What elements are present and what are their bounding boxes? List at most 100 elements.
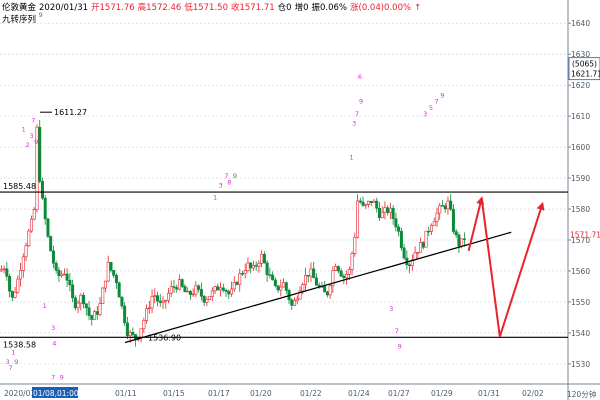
candle-body: [210, 290, 214, 297]
level-labels: 1611.27 1585.48 1538.58 1536.90: [3, 108, 181, 349]
candle-body: [377, 207, 381, 219]
candle-body: [454, 231, 458, 236]
candle-body: [68, 280, 72, 286]
badge-top-text: (5065): [572, 60, 597, 69]
candle-body: [446, 200, 450, 210]
candle-body: [432, 221, 436, 226]
increase: 增0: [294, 3, 309, 13]
td-label: 9: [233, 172, 237, 180]
candle-body: [271, 274, 275, 281]
candle-body: [153, 295, 157, 297]
candle-body: [202, 295, 206, 303]
high-level-label: 1611.27: [54, 108, 87, 117]
candle-body: [309, 268, 313, 277]
candle-body: [87, 307, 91, 316]
symbol-name: 伦敦黄金: [2, 3, 37, 13]
forecast-segment: [498, 201, 545, 337]
candle-body: [51, 250, 55, 264]
candle-body: [98, 303, 102, 315]
candle-body: [95, 311, 99, 315]
candle-body: [262, 253, 266, 264]
td-label: 9: [60, 373, 64, 381]
candle-body: [279, 286, 283, 291]
candle-body: [364, 204, 368, 206]
candle-body: [16, 278, 20, 293]
candle-body: [293, 300, 297, 306]
candle-body: [150, 296, 154, 309]
up-arrow-icon: ↑: [414, 3, 422, 13]
x-tick-label: 01/11: [115, 389, 137, 398]
close-price: 收1571.71: [230, 3, 275, 13]
candle-body: [46, 218, 50, 237]
candle-body: [166, 292, 170, 301]
td-label: 3: [30, 132, 34, 140]
candle-body: [366, 200, 370, 205]
x-tick-label: 02/02: [522, 389, 544, 398]
candle-body: [161, 300, 165, 303]
td-sequence-labels: 91237913797 913413789137693579379: [6, 11, 445, 381]
candle-body: [443, 205, 447, 210]
candle-body: [391, 207, 395, 220]
quote-header: 伦敦黄金 2020/01/31 开1571.76 高1572.46 低1571.50 收1…: [2, 1, 424, 13]
candle-body: [424, 230, 428, 248]
candle-body: [142, 320, 146, 330]
candle-body: [76, 302, 80, 309]
candle-body: [164, 299, 168, 302]
forecast-arrows: [467, 196, 545, 337]
candle-body: [325, 291, 329, 296]
candle-body: [345, 274, 349, 279]
candle-body: [54, 262, 58, 271]
y-tick-label: 1610: [571, 112, 590, 121]
candle-body: [260, 253, 264, 264]
candle-body: [57, 269, 61, 276]
y-tick-label: 1600: [571, 143, 590, 152]
quote-date: 2020/01/31: [39, 3, 89, 13]
candle-body: [125, 322, 129, 337]
candle-body: [183, 286, 187, 293]
x-tick-label: 01/20: [250, 389, 272, 398]
candle-body: [172, 286, 176, 288]
candle-body: [421, 242, 425, 248]
td-label: 9: [14, 358, 18, 366]
td-label: 3: [352, 119, 356, 127]
candle-body: [21, 256, 25, 271]
candle-body: [139, 328, 143, 339]
td-label: 8: [227, 178, 231, 186]
badge-bottom-text: 1621.71: [571, 70, 600, 79]
candle-body: [339, 270, 343, 277]
y-tick-label: 1540: [571, 329, 590, 338]
price-badges: (5065)1621.71: [568, 57, 600, 81]
y-tick-label: 1560: [571, 267, 590, 276]
td-label: 1: [349, 153, 353, 161]
candle-body: [175, 287, 179, 290]
candle-body: [416, 252, 420, 254]
open-interest: 仓0: [277, 3, 292, 13]
candles: [0, 119, 466, 347]
candle-body: [451, 208, 455, 232]
candle-body: [303, 275, 307, 286]
change: 涨(0.04)0.00%: [350, 3, 412, 13]
candle-body: [219, 287, 223, 291]
candle-body: [79, 294, 83, 304]
td-label: 9: [34, 138, 38, 146]
candle-body: [194, 285, 198, 295]
candle-body: [388, 207, 392, 213]
support-level-label: 1538.58: [3, 340, 36, 349]
candle-body: [0, 269, 3, 272]
candle-body: [268, 274, 272, 276]
candle-body: [342, 275, 346, 279]
y-tick-label: 1550: [571, 298, 590, 307]
candle-body: [123, 305, 127, 324]
candle-body: [457, 234, 461, 247]
x-tick-label: 01/15: [163, 389, 185, 398]
td-label: 2: [26, 141, 30, 149]
candle-body: [191, 293, 195, 296]
candle-body: [284, 282, 288, 291]
grid-lines: [0, 0, 600, 400]
td-label: 9: [398, 342, 402, 350]
candle-body: [251, 265, 255, 269]
candle-body: [276, 285, 280, 291]
candle-body: [117, 282, 121, 298]
candle-body: [24, 245, 28, 258]
candle-body: [460, 238, 464, 247]
